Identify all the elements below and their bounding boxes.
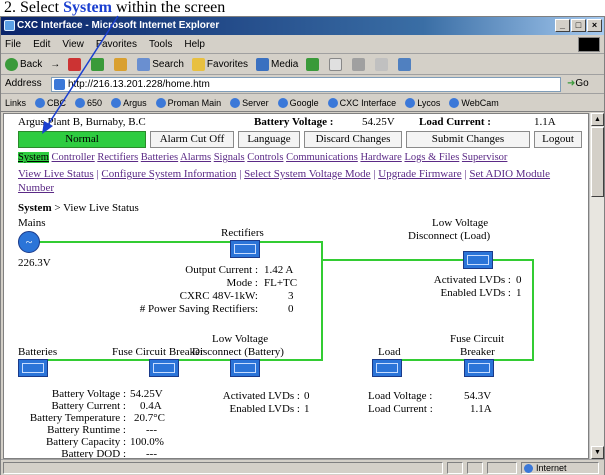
arrow-head [42,121,53,134]
instruction-arrow [42,15,119,134]
arrow-shaft [45,15,119,129]
